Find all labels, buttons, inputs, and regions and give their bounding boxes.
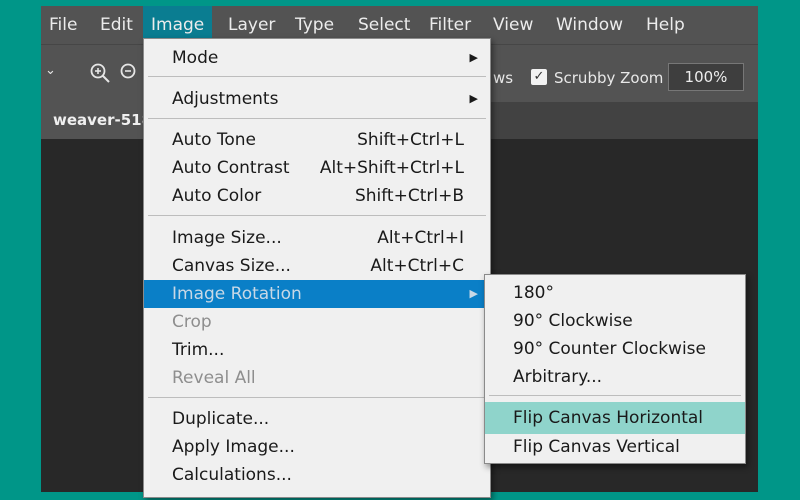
menu-item-rotate-90-cw[interactable]: 90° Clockwise (485, 307, 745, 335)
menu-item-calculations[interactable]: Calculations... (144, 461, 490, 489)
resize-windows-label: ws (493, 69, 514, 87)
menu-item-adjustments[interactable]: Adjustments ▶ (144, 85, 490, 113)
menu-item-label: Arbitrary... (513, 367, 603, 387)
menu-item-rotate-180[interactable]: 180° (485, 279, 745, 307)
menu-divider (489, 395, 741, 396)
menu-item-flip-canvas-horizontal[interactable]: Flip Canvas Horizontal (485, 402, 745, 434)
menu-item-apply-image[interactable]: Apply Image... (144, 433, 490, 461)
menu-item-duplicate[interactable]: Duplicate... (144, 405, 490, 433)
menu-divider (148, 76, 486, 77)
menu-item-image-size[interactable]: Image Size... Alt+Ctrl+I (144, 224, 490, 252)
menu-item-label: 90° Counter Clockwise (513, 339, 707, 359)
menu-item-mode[interactable]: Mode ▶ (144, 44, 490, 72)
zoom-in-icon[interactable] (89, 62, 111, 88)
chevron-down-icon[interactable]: ⌄ (45, 63, 56, 78)
menu-item-reveal-all: Reveal All (144, 364, 490, 392)
menu-item-label: Image Rotation (172, 284, 302, 304)
menu-item-canvas-size[interactable]: Canvas Size... Alt+Ctrl+C (144, 252, 490, 280)
menu-item-image-rotation[interactable]: Image Rotation ▶ (144, 280, 490, 308)
submenu-arrow-icon: ▶ (469, 92, 478, 105)
shortcut-text: Shift+Ctrl+L (357, 130, 464, 150)
image-menu: Mode ▶ Adjustments ▶ Auto Tone Shift+Ctr… (143, 38, 491, 498)
menu-item-trim[interactable]: Trim... (144, 336, 490, 364)
menu-item-auto-contrast[interactable]: Auto Contrast Alt+Shift+Ctrl+L (144, 154, 490, 182)
menu-item-label: Auto Contrast (172, 158, 290, 178)
menu-item-label: Calculations... (172, 465, 292, 485)
scrubby-zoom-label: Scrubby Zoom (554, 69, 664, 87)
menu-item-label: 90° Clockwise (513, 311, 633, 331)
shortcut-text: Alt+Ctrl+I (377, 228, 464, 248)
submenu-arrow-icon: ▶ (469, 287, 478, 300)
menu-item-label: Flip Canvas Horizontal (513, 408, 704, 428)
menu-item-flip-canvas-vertical[interactable]: Flip Canvas Vertical (485, 433, 745, 461)
menu-item-label: Canvas Size... (172, 256, 291, 276)
menu-item-label: 180° (513, 283, 554, 303)
menu-view[interactable]: View (485, 6, 541, 44)
shortcut-text: Alt+Ctrl+C (370, 256, 464, 276)
menu-item-auto-color[interactable]: Auto Color Shift+Ctrl+B (144, 182, 490, 210)
menu-item-label: Duplicate... (172, 409, 270, 429)
shortcut-text: Alt+Shift+Ctrl+L (319, 158, 464, 178)
menu-item-label: Image Size... (172, 228, 282, 248)
menu-item-label: Flip Canvas Vertical (513, 437, 680, 457)
menu-edit[interactable]: Edit (92, 6, 141, 44)
menu-file[interactable]: File (41, 6, 85, 44)
menu-item-label: Adjustments (172, 89, 279, 109)
menu-divider (148, 215, 486, 216)
menu-item-crop: Crop (144, 308, 490, 336)
menu-item-label: Auto Tone (172, 130, 257, 150)
menu-help[interactable]: Help (638, 6, 693, 44)
image-rotation-submenu: 180° 90° Clockwise 90° Counter Clockwise… (484, 274, 746, 464)
menu-item-label: Reveal All (172, 368, 256, 388)
menu-divider (148, 118, 486, 119)
menu-window[interactable]: Window (548, 6, 631, 44)
submenu-arrow-icon: ▶ (469, 51, 478, 64)
menu-item-label: Trim... (172, 340, 225, 360)
menu-item-label: Mode (172, 48, 219, 68)
menu-item-arbitrary[interactable]: Arbitrary... (485, 363, 745, 391)
shortcut-text: Shift+Ctrl+B (354, 186, 464, 206)
menu-item-label: Apply Image... (172, 437, 295, 457)
menu-divider (148, 397, 486, 398)
zoom-out-icon[interactable] (119, 62, 141, 88)
menu-item-auto-tone[interactable]: Auto Tone Shift+Ctrl+L (144, 126, 490, 154)
menu-item-label: Crop (172, 312, 212, 332)
menu-item-label: Auto Color (172, 186, 262, 206)
menu-item-rotate-90-ccw[interactable]: 90° Counter Clockwise (485, 335, 745, 363)
zoom-percent-field[interactable]: 100% (668, 63, 744, 91)
scrubby-zoom-checkbox[interactable]: ✓ (531, 69, 547, 85)
